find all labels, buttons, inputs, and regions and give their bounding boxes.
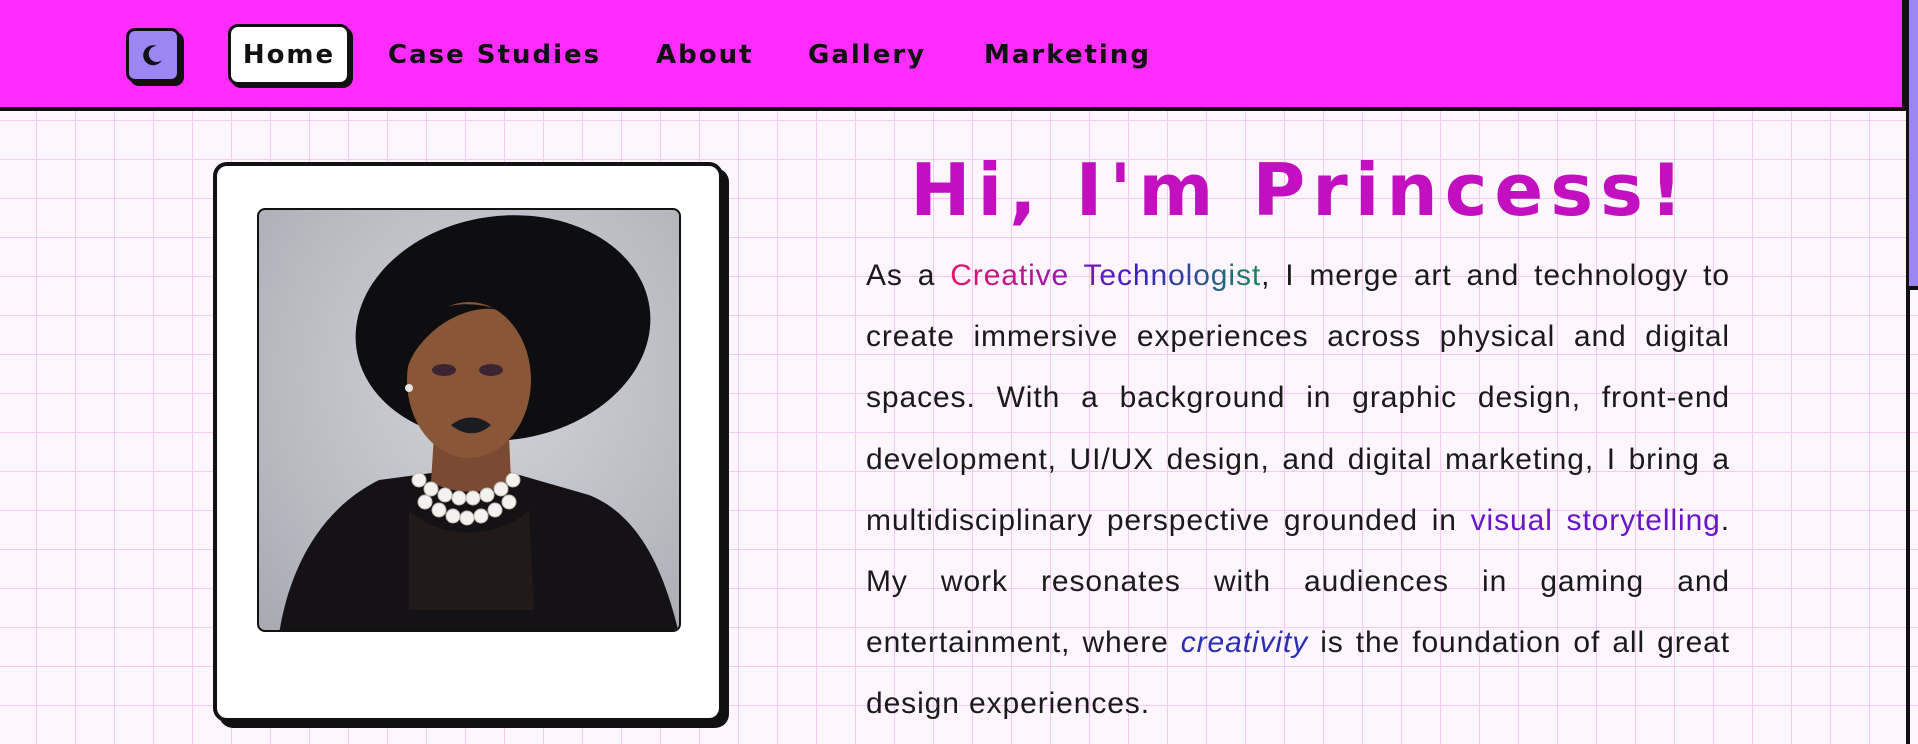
nav-gallery[interactable]: Gallery <box>808 24 926 85</box>
bio-text-1: As a <box>866 259 951 292</box>
theme-toggle-button[interactable] <box>126 28 180 82</box>
nav-case-studies[interactable]: Case Studies <box>388 24 601 85</box>
nav-about[interactable]: About <box>656 24 754 85</box>
moon-icon <box>143 45 162 66</box>
bio-highlight-creative-technologist: Creative Technologist <box>950 259 1262 292</box>
hero-title: Hi, I'm Princess! <box>910 148 1690 232</box>
nav-marketing[interactable]: Marketing <box>984 24 1151 85</box>
hero-bio: As a Creative Technologist, I merge art … <box>866 245 1730 735</box>
nav-home[interactable]: Home <box>228 24 350 85</box>
top-navbar: Home Case Studies About Gallery Marketin… <box>0 0 1906 111</box>
bio-highlight-visual-storytelling: visual storytelling <box>1470 503 1721 537</box>
side-panel-border <box>1906 290 1910 744</box>
side-panel-edge <box>1906 0 1918 290</box>
bio-highlight-creativity: creativity <box>1180 626 1309 660</box>
profile-photo <box>257 208 681 632</box>
bio-text-2: , I merge art and technology to create i… <box>866 259 1730 537</box>
profile-polaroid-frame <box>213 162 723 722</box>
